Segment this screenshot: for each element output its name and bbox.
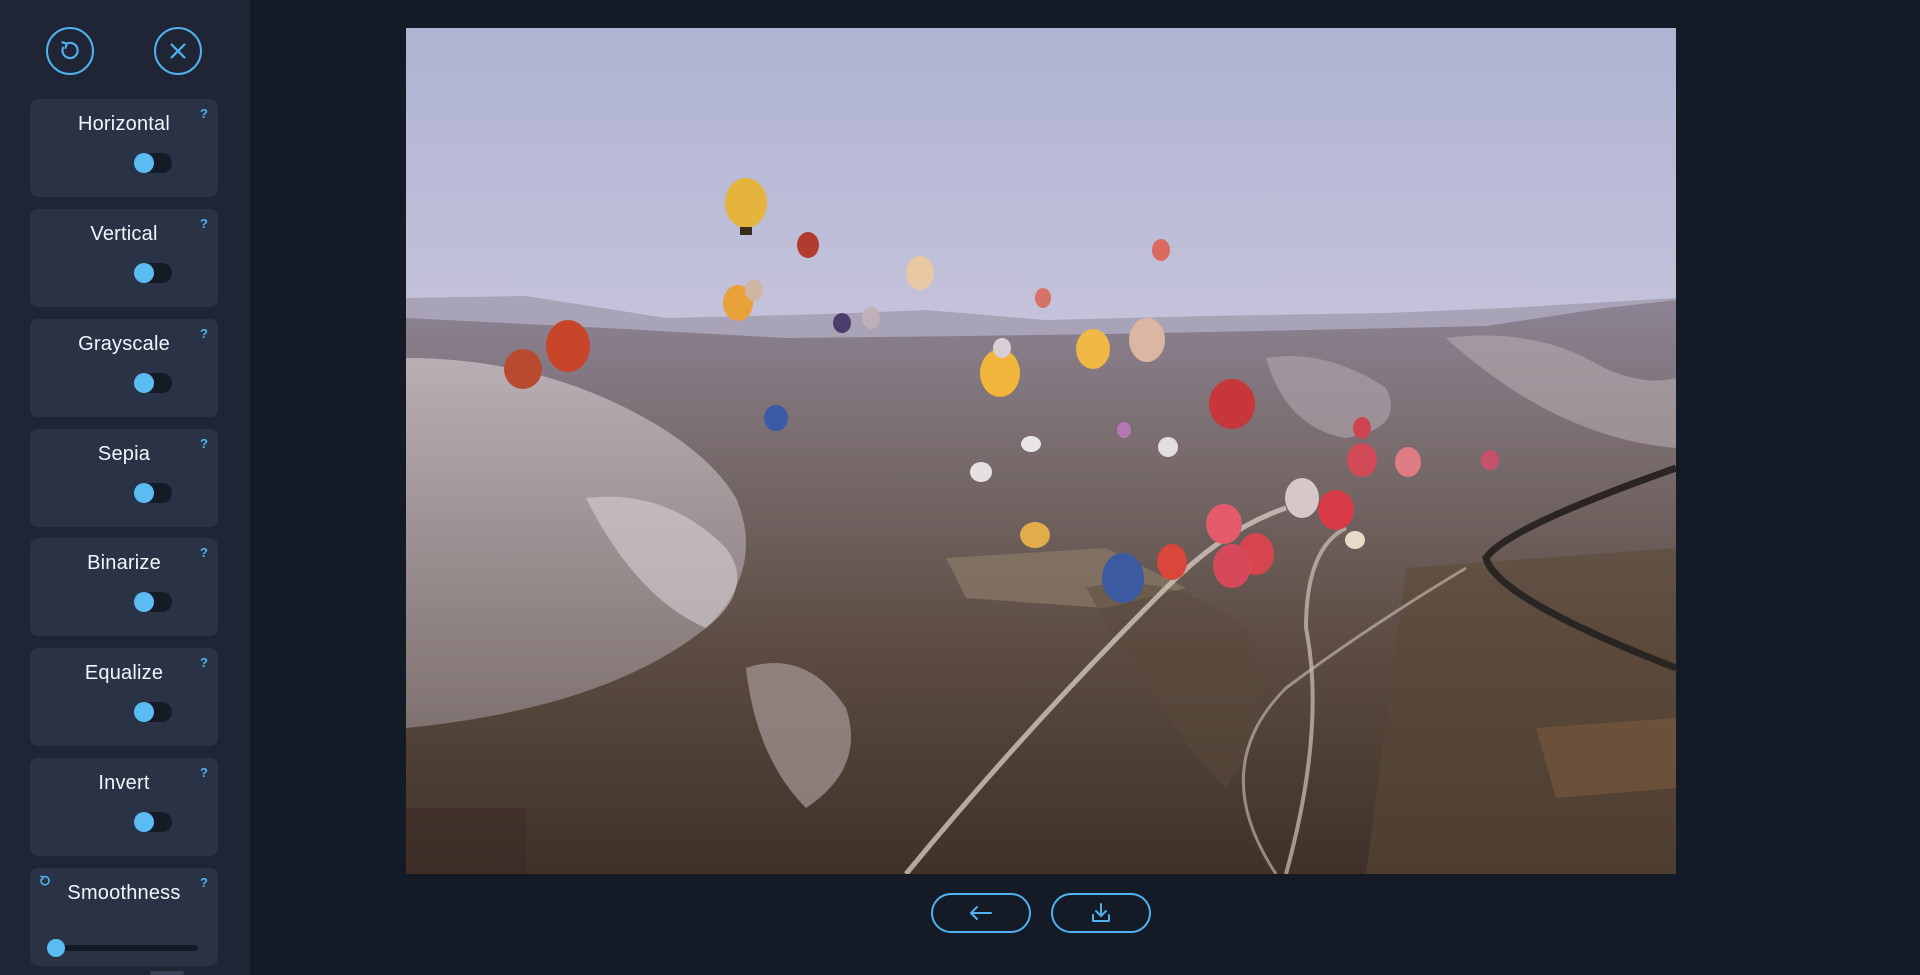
help-icon[interactable]: ? [200, 765, 208, 780]
filter-card-smoothness: Smoothness ? [30, 868, 218, 966]
smoothness-slider[interactable] [47, 939, 198, 957]
filter-card-vertical: Vertical ? [30, 209, 218, 307]
grayscale-toggle[interactable] [134, 373, 172, 393]
toggle-knob [134, 373, 154, 393]
vertical-toggle[interactable] [134, 263, 172, 283]
toggle-knob [134, 812, 154, 832]
slider-thumb[interactable] [47, 939, 65, 957]
filter-card-grayscale: Grayscale ? [30, 319, 218, 417]
filter-card-sepia: Sepia ? [30, 429, 218, 527]
rotate-ccw-icon [61, 41, 79, 60]
filter-label: Smoothness [67, 882, 181, 904]
filter-label: Sepia [97, 443, 151, 465]
close-icon [170, 43, 186, 59]
filter-label: Binarize [87, 552, 161, 574]
filter-label: Grayscale [78, 333, 170, 355]
help-icon[interactable]: ? [200, 655, 208, 670]
filter-card-invert: Invert ? [30, 758, 218, 856]
filter-label: Equalize [84, 662, 164, 684]
filter-label: Horizontal [77, 113, 171, 135]
toggle-knob [134, 483, 154, 503]
help-icon[interactable]: ? [200, 875, 208, 890]
help-icon[interactable]: ? [200, 216, 208, 231]
help-icon[interactable]: ? [200, 326, 208, 341]
download-icon [1092, 903, 1110, 922]
binarize-toggle[interactable] [134, 592, 172, 612]
filter-label: Invert [98, 772, 150, 794]
filter-card-equalize: Equalize ? [30, 648, 218, 746]
toggle-knob [134, 153, 154, 173]
horizontal-toggle[interactable] [134, 153, 172, 173]
sepia-toggle[interactable] [134, 483, 172, 503]
help-icon[interactable]: ? [200, 545, 208, 560]
download-button[interactable] [1051, 893, 1151, 933]
reset-button[interactable] [46, 27, 94, 75]
preview-image [406, 28, 1676, 874]
toggle-knob [134, 702, 154, 722]
invert-toggle[interactable] [134, 812, 172, 832]
help-icon[interactable]: ? [200, 106, 208, 121]
back-button[interactable] [931, 893, 1031, 933]
help-icon[interactable]: ? [200, 436, 208, 451]
scroll-indicator[interactable] [150, 971, 184, 975]
filter-card-binarize: Binarize ? [30, 538, 218, 636]
toggle-knob [134, 592, 154, 612]
filter-label: Vertical [90, 223, 158, 245]
arrow-left-icon [970, 906, 992, 920]
balloon-landscape-photo [406, 28, 1676, 874]
equalize-toggle[interactable] [134, 702, 172, 722]
filter-card-horizontal: Horizontal ? [30, 99, 218, 197]
toggle-knob [134, 263, 154, 283]
close-button[interactable] [154, 27, 202, 75]
filter-sidebar: Horizontal ? Vertical ? Grayscale ? Sepi… [0, 0, 250, 975]
